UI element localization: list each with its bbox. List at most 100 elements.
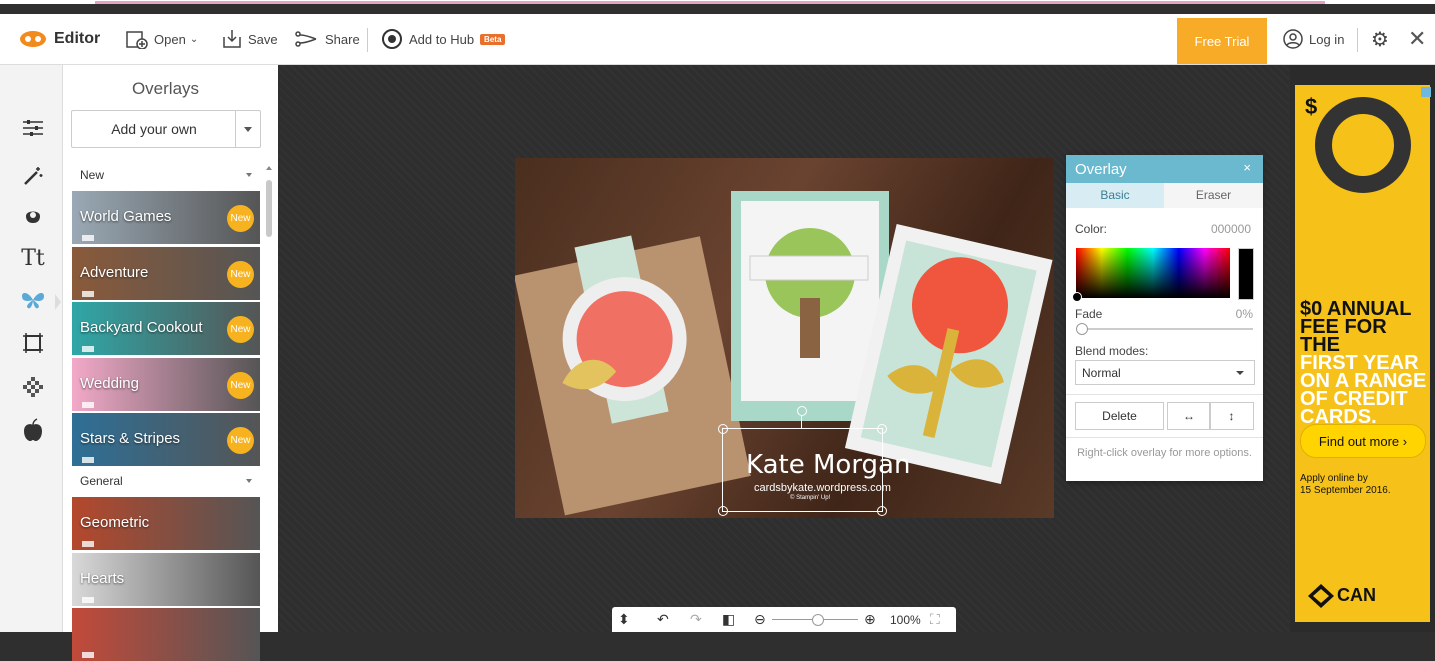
flip-vertical-button[interactable]: ↕ bbox=[1209, 402, 1254, 430]
overlay-thumbnail[interactable]: Stars & Stripes New bbox=[72, 413, 260, 466]
crown-icon bbox=[82, 290, 94, 297]
caret-down-icon bbox=[244, 127, 252, 132]
editor-logo[interactable]: Editor bbox=[18, 14, 100, 64]
tab-basic[interactable]: Basic bbox=[1066, 183, 1164, 208]
overlay-thumbnail-label: World Games bbox=[80, 208, 172, 225]
watermark-site: cardsbykate.wordpress.com bbox=[754, 482, 891, 494]
flip-horizontal-button[interactable]: ↔ bbox=[1167, 402, 1211, 430]
zoom-level: 100% bbox=[890, 613, 921, 627]
overlay-thumbnail-label: Hearts bbox=[80, 569, 125, 587]
color-swatch[interactable] bbox=[1238, 248, 1254, 300]
section-new-label: New bbox=[80, 168, 105, 182]
frame-icon[interactable] bbox=[20, 330, 46, 356]
texture-icon[interactable] bbox=[20, 374, 46, 400]
new-badge: New bbox=[227, 316, 254, 343]
overlay-panel-title: Overlay bbox=[1075, 161, 1127, 178]
overlay-panel-header[interactable]: Overlay × bbox=[1066, 155, 1263, 183]
spectrum-cursor[interactable] bbox=[1072, 292, 1082, 302]
butterfly-icon[interactable] bbox=[20, 287, 46, 313]
overlay-thumbnail[interactable] bbox=[72, 608, 260, 661]
fade-slider-track[interactable] bbox=[1076, 328, 1253, 330]
undo-icon[interactable]: ↶ bbox=[657, 611, 669, 628]
open-button[interactable]: Open ⌄ bbox=[126, 14, 198, 64]
overlay-tabs: Basic Eraser bbox=[1066, 183, 1263, 208]
section-general[interactable]: General bbox=[72, 470, 260, 492]
open-image-icon bbox=[126, 31, 148, 49]
save-button[interactable]: Save bbox=[222, 14, 278, 64]
zoom-out-icon[interactable]: ⊖ bbox=[754, 611, 766, 628]
resize-handle[interactable] bbox=[877, 424, 887, 434]
apple-icon[interactable] bbox=[20, 417, 46, 443]
active-tool-pointer bbox=[55, 294, 61, 310]
fade-value: 0% bbox=[1235, 307, 1253, 321]
rotate-handle[interactable] bbox=[797, 406, 807, 416]
redo-icon[interactable]: ↷ bbox=[690, 611, 702, 628]
overlay-thumbnail[interactable]: Geometric bbox=[72, 497, 260, 550]
overlay-thumbnail[interactable]: Adventure New bbox=[72, 246, 260, 300]
resize-handle[interactable] bbox=[718, 506, 728, 516]
zoom-slider-knob[interactable] bbox=[812, 614, 824, 626]
share-button[interactable]: Share bbox=[295, 14, 360, 64]
toolbar-divider bbox=[367, 28, 368, 52]
layers-icon[interactable]: ⬍ bbox=[618, 611, 630, 628]
ad-headline: $0 ANNUAL FEE FOR THE FIRST YEAR ON A RA… bbox=[1300, 299, 1430, 427]
advertisement[interactable]: $ $0 ANNUAL FEE FOR THE FIRST YEAR ON A … bbox=[1290, 65, 1435, 632]
save-icon bbox=[223, 30, 241, 48]
top-accent-line bbox=[0, 0, 1435, 4]
zoom-in-icon[interactable]: ⊕ bbox=[864, 611, 876, 628]
overlay-thumbnail-label: Adventure bbox=[80, 263, 149, 281]
overlay-thumbnail[interactable]: Wedding New bbox=[72, 357, 260, 411]
panel-scrollbar[interactable] bbox=[266, 180, 272, 237]
add-your-own-dropdown[interactable] bbox=[235, 111, 260, 147]
login-button[interactable]: Log in bbox=[1283, 14, 1344, 64]
ad-line-2: FEE FOR THE bbox=[1300, 316, 1387, 356]
new-badge: New bbox=[227, 205, 254, 232]
settings-button[interactable]: ⚙ bbox=[1371, 14, 1389, 64]
close-button[interactable]: ✕ bbox=[1408, 14, 1426, 64]
color-label: Color: bbox=[1075, 222, 1108, 236]
crown-icon bbox=[82, 346, 94, 352]
right-click-hint: Right-click overlay for more options. bbox=[1077, 447, 1252, 459]
overlay-thumbnail[interactable]: Backyard Cookout New bbox=[72, 302, 260, 355]
color-hex-value[interactable]: 000000 bbox=[1211, 222, 1251, 236]
user-icon bbox=[1283, 29, 1303, 49]
adjust-icon[interactable] bbox=[20, 115, 46, 141]
magic-wand-icon[interactable] bbox=[20, 163, 46, 189]
touch-up-icon[interactable] bbox=[20, 202, 46, 228]
new-badge: New bbox=[227, 427, 254, 454]
crown-icon bbox=[82, 596, 94, 603]
overlay-thumbnail[interactable]: World Games New bbox=[72, 191, 260, 244]
card-ring-graphic bbox=[1315, 97, 1411, 193]
tool-sidebar: Tt bbox=[0, 65, 63, 632]
add-to-hub-label: Add to Hub bbox=[409, 31, 475, 47]
text-icon[interactable]: Tt bbox=[20, 245, 46, 271]
color-spectrum-picker[interactable] bbox=[1076, 248, 1230, 298]
overlay-thumbnail-label: Wedding bbox=[80, 374, 139, 392]
compare-icon[interactable]: ◧ bbox=[722, 611, 735, 628]
add-to-hub-button[interactable]: Add to Hub Beta bbox=[381, 14, 506, 64]
add-your-own-button[interactable]: Add your own bbox=[71, 110, 261, 148]
overlays-panel: Overlays Add your own New World Games New… bbox=[63, 65, 278, 661]
caret-down-icon bbox=[246, 479, 252, 483]
ad-dollar-sign: $ bbox=[1305, 94, 1318, 119]
scroll-up-icon[interactable] bbox=[266, 166, 272, 170]
overlay-thumbnail[interactable]: Hearts bbox=[72, 552, 260, 606]
close-icon[interactable]: × bbox=[1243, 160, 1251, 175]
fullscreen-icon[interactable]: ⛶ bbox=[930, 611, 940, 628]
ad-choices-icon[interactable] bbox=[1421, 87, 1431, 97]
free-trial-button[interactable]: Free Trial bbox=[1177, 18, 1267, 64]
blend-mode-select[interactable]: Normal bbox=[1075, 360, 1255, 385]
tab-eraser[interactable]: Eraser bbox=[1164, 183, 1263, 208]
ad-banner[interactable]: $ $0 ANNUAL FEE FOR THE FIRST YEAR ON A … bbox=[1295, 85, 1431, 622]
find-out-more-button[interactable]: Find out more › bbox=[1300, 424, 1426, 458]
bank-logo-icon bbox=[1308, 584, 1334, 608]
resize-handle[interactable] bbox=[877, 506, 887, 516]
bottom-toolbar: ⬍ ↶ ↷ ◧ ⊖ ⊕ 100% ⛶ bbox=[612, 607, 956, 632]
hub-icon bbox=[382, 29, 402, 49]
new-badge: New bbox=[227, 371, 254, 399]
resize-handle[interactable] bbox=[718, 424, 728, 434]
delete-overlay-button[interactable]: Delete bbox=[1075, 402, 1164, 430]
fade-slider-knob[interactable] bbox=[1076, 323, 1088, 335]
section-new[interactable]: New bbox=[72, 164, 260, 186]
crown-icon bbox=[82, 457, 94, 463]
